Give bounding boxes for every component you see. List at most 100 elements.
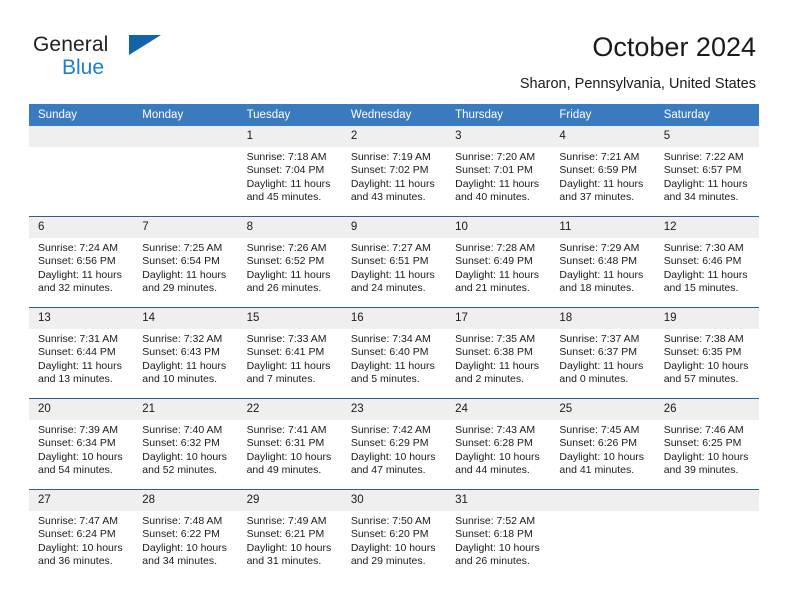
sunrise-sunset-calendar: Sunday Monday Tuesday Wednesday Thursday… (29, 104, 759, 580)
calendar-day-cell[interactable]: 25 Sunrise: 7:45 AM Sunset: 6:26 PM Dayligh… (550, 398, 655, 490)
calendar-week-row: 13 Sunrise: 7:31 AM Sunset: 6:44 PM Dayligh… (29, 307, 759, 399)
calendar-day-number: 27 (29, 490, 134, 511)
calendar-day-cell[interactable]: 12 Sunrise: 7:30 AM Sunset: 6:46 PM Dayligh… (654, 216, 759, 308)
calendar-day-cell[interactable]: 19 Sunrise: 7:38 AM Sunset: 6:35 PM Dayligh… (654, 307, 759, 399)
calendar-day-cell[interactable]: 21 Sunrise: 7:40 AM Sunset: 6:32 PM Dayligh… (133, 398, 238, 490)
calendar-day-details: Sunrise: 7:38 AM Sunset: 6:35 PM Daylight:… (655, 329, 759, 386)
calendar-day-cell[interactable]: 10 Sunrise: 7:28 AM Sunset: 6:49 PM Dayligh… (446, 216, 551, 308)
calendar-day-cell[interactable]: 24 Sunrise: 7:43 AM Sunset: 6:28 PM Dayligh… (446, 398, 551, 490)
calendar-day-cell[interactable]: 30 Sunrise: 7:50 AM Sunset: 6:20 PM Dayligh… (341, 489, 447, 580)
sunset-text: Sunset: 6:48 PM (559, 255, 638, 268)
calendar-day-number: 22 (237, 399, 342, 420)
calendar-day-cell[interactable]: 8 Sunrise: 7:26 AM Sunset: 6:52 PM Daylight… (237, 216, 342, 308)
calendar-day-number: 24 (446, 399, 551, 420)
calendar-day-cell[interactable]: 29 Sunrise: 7:49 AM Sunset: 6:21 PM Dayligh… (237, 489, 342, 580)
calendar-day-details: Sunrise: 7:47 AM Sunset: 6:24 PM Daylight:… (29, 511, 133, 568)
calendar-day-details: Sunrise: 7:42 AM Sunset: 6:29 PM Daylight:… (342, 420, 446, 477)
calendar-day-details: Sunrise: 7:31 AM Sunset: 6:44 PM Daylight:… (29, 329, 133, 386)
calendar-day-number: 29 (237, 490, 342, 511)
daylight-text: Daylight: 10 hours and 36 minutes. (38, 541, 123, 567)
calendar-day-details: Sunrise: 7:49 AM Sunset: 6:21 PM Daylight:… (238, 511, 342, 568)
weekday-header-friday: Friday (550, 104, 655, 126)
weekday-header-sunday: Sunday (29, 104, 134, 126)
calendar-day-cell[interactable]: 14 Sunrise: 7:32 AM Sunset: 6:43 PM Dayligh… (133, 307, 238, 399)
calendar-day-cell[interactable]: 3 Sunrise: 7:20 AM Sunset: 7:01 PM Daylight… (446, 126, 551, 217)
sunset-text: Sunset: 6:43 PM (142, 346, 220, 359)
weekday-header-monday: Monday (133, 104, 238, 126)
calendar-day-details: Sunrise: 7:35 AM Sunset: 6:38 PM Daylight:… (446, 329, 550, 386)
sunrise-text: Sunrise: 7:21 AM (559, 151, 640, 163)
sunset-text: Sunset: 6:22 PM (142, 528, 220, 541)
sunrise-text: Sunrise: 7:42 AM (350, 424, 431, 436)
sunset-text: Sunset: 6:56 PM (38, 255, 116, 268)
sunrise-text: Sunrise: 7:48 AM (142, 515, 223, 527)
daylight-text: Daylight: 11 hours and 45 minutes. (246, 177, 331, 203)
calendar-day-cell[interactable]: 6 Sunrise: 7:24 AM Sunset: 6:56 PM Daylight… (29, 216, 134, 308)
daylight-text: Daylight: 10 hours and 52 minutes. (142, 450, 227, 476)
sunset-text: Sunset: 7:02 PM (350, 164, 429, 177)
daylight-text: Daylight: 11 hours and 21 minutes. (455, 268, 539, 294)
calendar-day-cell[interactable]: 9 Sunrise: 7:27 AM Sunset: 6:51 PM Daylight… (341, 216, 447, 308)
calendar-day-number (550, 490, 655, 511)
daylight-text: Daylight: 10 hours and 54 minutes. (38, 450, 123, 476)
calendar-day-cell[interactable]: 2 Sunrise: 7:19 AM Sunset: 7:02 PM Daylight… (341, 126, 447, 217)
calendar-day-number (654, 490, 759, 511)
sunrise-text: Sunrise: 7:39 AM (38, 424, 118, 436)
calendar-day-cell[interactable]: 28 Sunrise: 7:48 AM Sunset: 6:22 PM Dayligh… (133, 489, 238, 580)
calendar-day-cell[interactable]: 5 Sunrise: 7:22 AM Sunset: 6:57 PM Daylight… (654, 126, 759, 217)
calendar-day-details: Sunrise: 7:19 AM Sunset: 7:02 PM Daylight:… (342, 147, 446, 204)
calendar-day-cell[interactable]: 13 Sunrise: 7:31 AM Sunset: 6:44 PM Dayligh… (29, 307, 134, 399)
calendar-day-cell[interactable]: 15 Sunrise: 7:33 AM Sunset: 6:41 PM Dayligh… (237, 307, 342, 399)
calendar-day-details: Sunrise: 7:32 AM Sunset: 6:43 PM Daylight:… (133, 329, 237, 386)
calendar-day-cell[interactable]: 20 Sunrise: 7:39 AM Sunset: 6:34 PM Dayligh… (29, 398, 134, 490)
calendar-body: 1 Sunrise: 7:18 AM Sunset: 7:04 PM Daylight… (29, 126, 759, 580)
calendar-day-details: Sunrise: 7:24 AM Sunset: 6:56 PM Daylight:… (29, 238, 133, 295)
calendar-day-cell[interactable]: 1 Sunrise: 7:18 AM Sunset: 7:04 PM Daylight… (237, 126, 342, 217)
calendar-day-cell[interactable]: 4 Sunrise: 7:21 AM Sunset: 6:59 PM Daylight… (550, 126, 655, 217)
sunset-text: Sunset: 6:20 PM (350, 528, 429, 541)
page-header: General Blue October 2024 Sharon, Pennsy… (0, 0, 792, 100)
calendar-day-details: Sunrise: 7:27 AM Sunset: 6:51 PM Daylight:… (342, 238, 446, 295)
sunset-text: Sunset: 6:21 PM (246, 528, 325, 541)
daylight-text: Daylight: 11 hours and 15 minutes. (663, 268, 748, 294)
daylight-text: Daylight: 10 hours and 26 minutes. (455, 541, 540, 567)
calendar-day-number: 3 (446, 126, 551, 147)
sunset-text: Sunset: 6:29 PM (350, 437, 429, 450)
calendar-day-cell[interactable]: 27 Sunrise: 7:47 AM Sunset: 6:24 PM Dayligh… (29, 489, 134, 580)
sunrise-text: Sunrise: 7:30 AM (663, 242, 744, 254)
calendar-day-number: 9 (341, 217, 447, 238)
calendar-day-number: 8 (237, 217, 342, 238)
sunrise-text: Sunrise: 7:49 AM (246, 515, 327, 527)
calendar-day-number: 30 (341, 490, 447, 511)
calendar-day-cell[interactable]: 22 Sunrise: 7:41 AM Sunset: 6:31 PM Dayligh… (237, 398, 342, 490)
calendar-day-cell[interactable]: 11 Sunrise: 7:29 AM Sunset: 6:48 PM Dayligh… (550, 216, 655, 308)
calendar-day-details: Sunrise: 7:46 AM Sunset: 6:25 PM Daylight:… (655, 420, 759, 477)
calendar-day-cell[interactable]: 7 Sunrise: 7:25 AM Sunset: 6:54 PM Daylight… (133, 216, 238, 308)
calendar-day-details: Sunrise: 7:39 AM Sunset: 6:34 PM Daylight:… (29, 420, 133, 477)
sunset-text: Sunset: 6:37 PM (559, 346, 638, 359)
calendar-day-cell[interactable]: 18 Sunrise: 7:37 AM Sunset: 6:37 PM Dayligh… (550, 307, 655, 399)
calendar-day-cell[interactable]: 31 Sunrise: 7:52 AM Sunset: 6:18 PM Dayligh… (446, 489, 551, 580)
sunrise-text: Sunrise: 7:47 AM (38, 515, 118, 527)
sunrise-text: Sunrise: 7:41 AM (246, 424, 327, 436)
brand-logo-line2: Blue (62, 56, 105, 79)
sunset-text: Sunset: 6:34 PM (38, 437, 116, 450)
sunrise-text: Sunrise: 7:46 AM (663, 424, 744, 436)
sunrise-text: Sunrise: 7:40 AM (142, 424, 223, 436)
calendar-day-details: Sunrise: 7:52 AM Sunset: 6:18 PM Daylight:… (446, 511, 550, 568)
calendar-day-number: 26 (654, 399, 759, 420)
weekday-header-thursday: Thursday (446, 104, 551, 126)
sunset-text: Sunset: 6:38 PM (455, 346, 533, 359)
calendar-day-cell[interactable]: 17 Sunrise: 7:35 AM Sunset: 6:38 PM Dayligh… (446, 307, 551, 399)
sunset-text: Sunset: 6:18 PM (455, 528, 533, 541)
calendar-week-row: 1 Sunrise: 7:18 AM Sunset: 7:04 PM Daylight… (29, 126, 759, 217)
calendar-day-cell[interactable]: 16 Sunrise: 7:34 AM Sunset: 6:40 PM Dayligh… (341, 307, 447, 399)
daylight-text: Daylight: 11 hours and 2 minutes. (455, 359, 539, 385)
sunrise-text: Sunrise: 7:18 AM (246, 151, 327, 163)
brand-logo[interactable]: General Blue (33, 34, 213, 80)
calendar-day-cell[interactable]: 26 Sunrise: 7:46 AM Sunset: 6:25 PM Dayligh… (654, 398, 759, 490)
daylight-text: Daylight: 11 hours and 5 minutes. (350, 359, 435, 385)
daylight-text: Daylight: 10 hours and 57 minutes. (663, 359, 749, 385)
weekday-header-tuesday: Tuesday (237, 104, 342, 126)
calendar-day-cell[interactable]: 23 Sunrise: 7:42 AM Sunset: 6:29 PM Dayligh… (341, 398, 447, 490)
